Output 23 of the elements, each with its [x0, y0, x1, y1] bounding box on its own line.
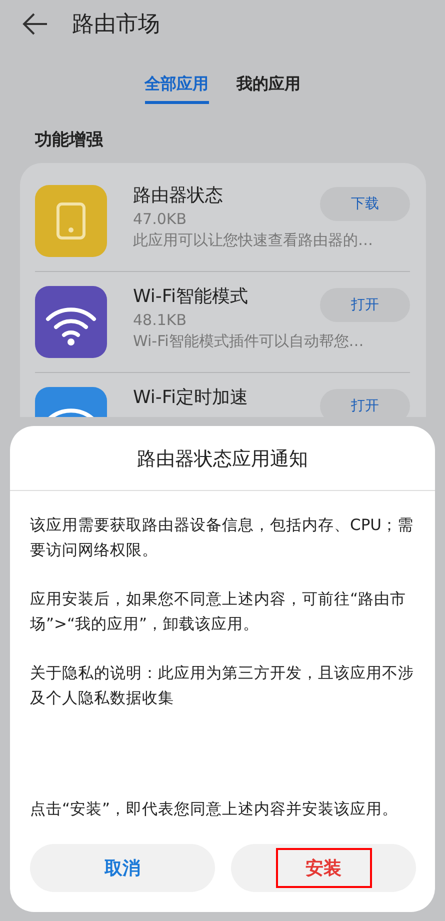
- tab[interactable]: 我的应用: [236, 74, 300, 104]
- dialog-text: 关于隐私的说明：此应用为第三方开发，且该应用不涉及个人隐私数据收集: [30, 663, 415, 709]
- dialog-text: 应用安装后，如果您不同意上述内容，可前往“路由市场”>“我的应用”，卸载该应用。: [30, 589, 408, 635]
- dialog-title: 路由器状态应用通知: [10, 426, 435, 491]
- app-size: 47.0KB: [133, 210, 188, 228]
- app-name: 路由器状态: [133, 184, 223, 207]
- dialog-text: 该应用需要获取路由器设备信息，包括内存、CPU；需要访问网络权限。: [30, 515, 415, 561]
- app-description: Wi-Fi智能模式插件可以自动帮您…: [133, 331, 365, 351]
- app-name: Wi-Fi定时加速: [133, 386, 248, 409]
- install-button[interactable]: 安装: [231, 844, 416, 892]
- highlight-frame: 安装: [276, 848, 372, 888]
- app-description: 此应用可以让您快速查看路由器的…: [133, 230, 374, 250]
- action-button[interactable]: 打开: [320, 389, 410, 417]
- consent-text: 点击“安装”，即代表您同意上述内容并安装该应用。: [30, 799, 400, 820]
- cancel-button[interactable]: 取消: [30, 844, 215, 892]
- page-title: 路由市场: [72, 11, 160, 39]
- app-name: Wi-Fi智能模式: [133, 285, 248, 308]
- section-title: 功能增强: [35, 129, 104, 151]
- action-button[interactable]: 下载: [320, 187, 410, 221]
- tab[interactable]: 全部应用: [144, 74, 208, 104]
- app-size: 48.1KB: [133, 311, 188, 329]
- back-icon[interactable]: [22, 13, 48, 35]
- action-button[interactable]: 打开: [320, 288, 410, 322]
